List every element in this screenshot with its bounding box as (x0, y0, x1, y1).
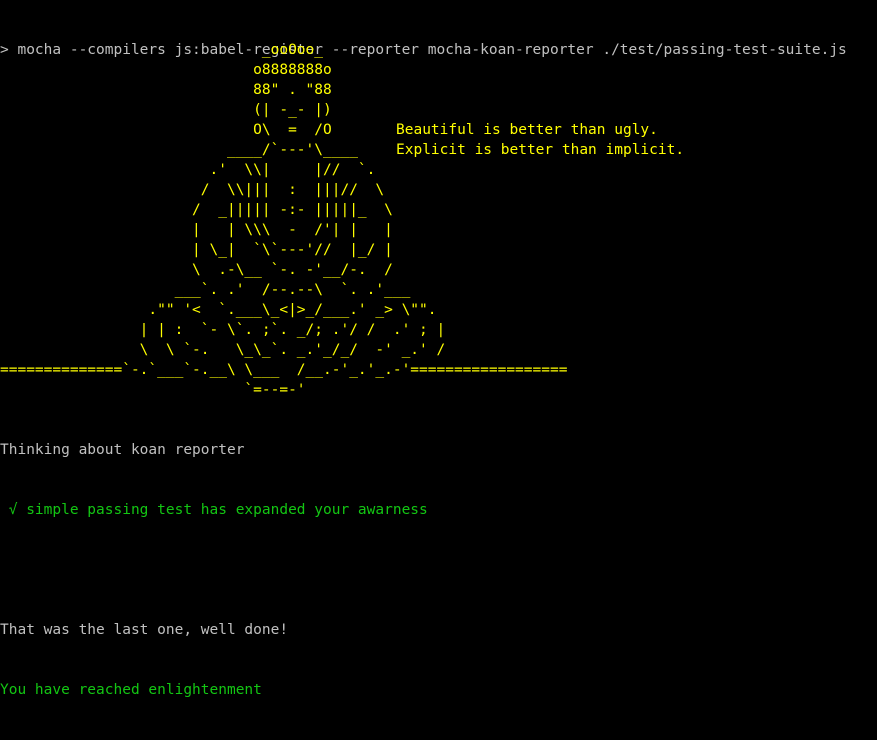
last-one-line: That was the last one, well done! (0, 622, 289, 638)
buddha-ascii-art: _ooOoo_ o8888888o 88" . "88 (| -_- |) O\… (0, 42, 568, 398)
koan-quote: Beautiful is better than ugly. Explicit … (396, 120, 684, 160)
passing-test-line: √ simple passing test has expanded your … (0, 502, 428, 518)
enlightenment-line: You have reached enlightenment (0, 682, 262, 698)
reporter-output: Thinking about koan reporter √ simple pa… (0, 400, 428, 740)
terminal-window[interactable]: > mocha --compilers js:babel-register --… (0, 0, 877, 698)
quote-line-1: Beautiful is better than ugly. (396, 122, 658, 138)
quote-line-2: Explicit is better than implicit. (396, 142, 685, 158)
thinking-line: Thinking about koan reporter (0, 442, 245, 458)
